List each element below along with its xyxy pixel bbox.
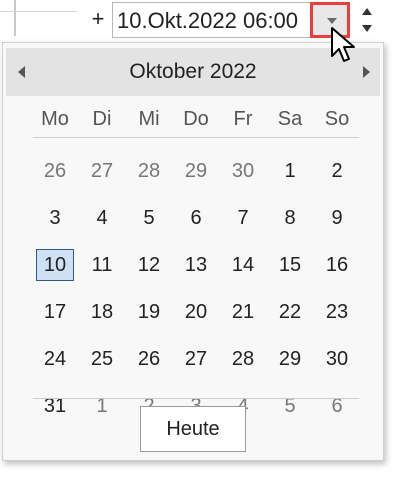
day-cell[interactable]: 4 — [83, 202, 121, 234]
toolbar: + 10.Okt.2022 06:00 — [0, 0, 396, 42]
day-cell[interactable]: 23 — [318, 296, 356, 328]
day-cell[interactable]: 20 — [177, 296, 215, 328]
day-cell[interactable]: 30 — [318, 343, 356, 375]
calendar-grid: 26 27 28 29 30 1 2 3 4 5 6 7 8 9 10 11 12 13 14 15 16 17 18 19 2… — [33, 155, 359, 417]
time-spinner[interactable] — [356, 4, 378, 38]
field-divider — [14, 0, 16, 36]
day-cell[interactable]: 7 — [224, 202, 262, 234]
day-cell[interactable]: 27 — [83, 155, 121, 187]
range-field[interactable] — [0, 0, 77, 42]
day-cell[interactable]: 13 — [177, 249, 215, 281]
chevron-down-icon — [327, 18, 337, 24]
weekday-label: Mi — [138, 108, 160, 130]
day-cell[interactable]: 15 — [271, 249, 309, 281]
arrow-up-icon[interactable] — [362, 8, 372, 15]
arrow-down-icon[interactable] — [362, 25, 372, 32]
day-cell[interactable]: 19 — [130, 296, 168, 328]
day-cell[interactable]: 5 — [130, 202, 168, 234]
datetime-value: 10.Okt.2022 06:00 — [117, 8, 299, 33]
divider — [33, 398, 359, 399]
day-cell[interactable]: 25 — [83, 343, 121, 375]
day-cell[interactable]: 1 — [271, 155, 309, 187]
day-cell[interactable]: 9 — [318, 202, 356, 234]
weekday-label: Do — [183, 108, 209, 130]
weekday-label: Fr — [233, 108, 253, 130]
day-cell[interactable]: 26 — [130, 343, 168, 375]
day-cell[interactable]: 22 — [271, 296, 309, 328]
day-cell[interactable]: 1 — [83, 390, 121, 422]
day-cell[interactable]: 16 — [318, 249, 356, 281]
weekday-label: So — [324, 108, 350, 130]
day-cell[interactable]: 31 — [36, 390, 74, 422]
day-cell[interactable]: 18 — [83, 296, 121, 328]
day-cell[interactable]: 14 — [224, 249, 262, 281]
day-cell[interactable]: 27 — [177, 343, 215, 375]
day-cell[interactable]: 29 — [271, 343, 309, 375]
day-cell[interactable]: 6 — [177, 202, 215, 234]
day-cell[interactable]: 26 — [36, 155, 74, 187]
day-cell[interactable]: 28 — [224, 343, 262, 375]
day-cell[interactable]: 28 — [130, 155, 168, 187]
weekday-label: Mo — [41, 108, 69, 130]
weekday-label: Sa — [277, 108, 303, 130]
day-cell[interactable]: 8 — [271, 202, 309, 234]
today-button[interactable]: Heute — [140, 406, 246, 452]
day-cell[interactable]: 24 — [36, 343, 74, 375]
day-cell[interactable]: 11 — [83, 249, 121, 281]
day-cell[interactable]: 5 — [271, 390, 309, 422]
day-cell-selected[interactable]: 10 — [36, 249, 74, 281]
day-cell[interactable]: 6 — [318, 390, 356, 422]
day-cell[interactable]: 21 — [224, 296, 262, 328]
month-title: Oktober 2022 — [129, 60, 257, 83]
day-cell[interactable]: 17 — [36, 296, 74, 328]
dropdown-button[interactable] — [310, 2, 350, 38]
weekday-header: Mo Di Mi Do Fr Sa So — [33, 103, 359, 135]
day-cell[interactable]: 30 — [224, 155, 262, 187]
arrow-right-icon[interactable] — [363, 66, 370, 78]
day-cell[interactable]: 3 — [36, 202, 74, 234]
day-cell[interactable]: 2 — [318, 155, 356, 187]
add-button[interactable]: + — [89, 6, 107, 32]
weekday-label: Di — [92, 108, 112, 130]
divider — [33, 137, 359, 138]
calendar-header: Oktober 2022 — [6, 48, 380, 96]
calendar-popup: Oktober 2022 Mo Di Mi Do Fr Sa So 26 27 28 29 30 1 2… — [2, 42, 384, 461]
day-cell[interactable]: 12 — [130, 249, 168, 281]
field-divider — [0, 11, 77, 12]
day-cell[interactable]: 29 — [177, 155, 215, 187]
